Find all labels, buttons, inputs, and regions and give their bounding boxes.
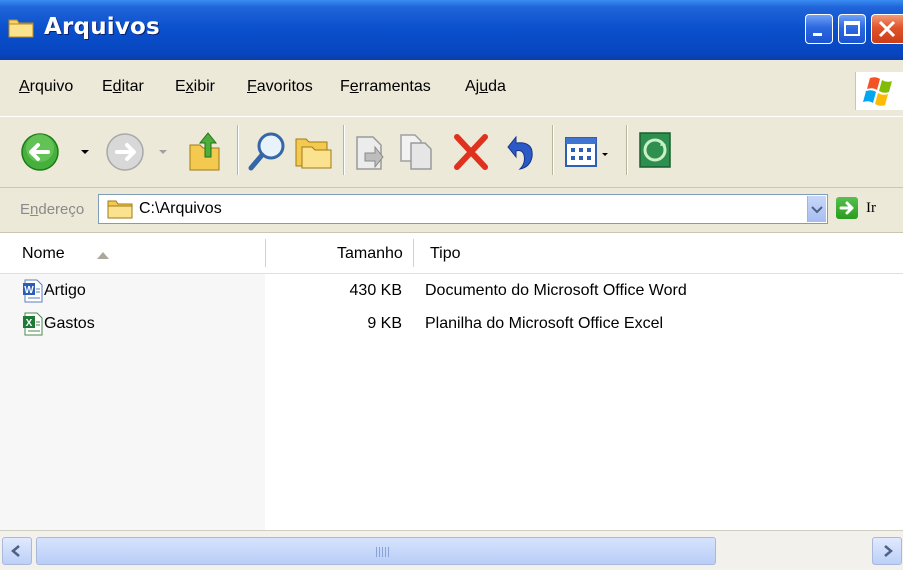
menu-editar[interactable]: Editar — [102, 78, 144, 96]
explorer-window: Arquivos Arquivo Editar Exibir Favoritos… — [0, 0, 903, 570]
menu-exibir[interactable]: Exibir — [175, 78, 215, 96]
up-folder-button[interactable] — [186, 127, 226, 177]
arrow-right-icon — [839, 201, 854, 215]
column-header: Nome Tamanho Tipo — [0, 233, 903, 274]
copy-to-button[interactable] — [397, 129, 437, 175]
chevron-down-icon — [602, 153, 608, 156]
folder-icon — [107, 200, 133, 219]
maximize-icon — [844, 21, 860, 36]
file-type: Documento do Microsoft Office Word — [425, 282, 687, 299]
minimize-button[interactable] — [805, 14, 833, 44]
menu-bar: Arquivo Editar Exibir Favoritos Ferramen… — [0, 60, 903, 117]
move-to-icon — [356, 136, 384, 170]
minimize-icon — [813, 33, 822, 36]
title-bar[interactable]: Arquivos — [0, 0, 903, 60]
chevron-down-icon — [811, 206, 823, 214]
chevron-down-icon — [159, 150, 167, 154]
search-button[interactable] — [245, 127, 289, 177]
column-type[interactable]: Tipo — [430, 245, 461, 263]
file-size: 9 KB — [367, 315, 402, 332]
address-label: Endereço — [20, 201, 85, 218]
toolbar-separator — [626, 125, 627, 175]
folders-icon — [295, 138, 332, 169]
file-type: Planilha do Microsoft Office Excel — [425, 315, 664, 332]
sync-icon — [639, 132, 671, 168]
file-row[interactable]: X Gastos 9 KB Planilha do Microsoft Offi… — [0, 309, 903, 339]
file-list: W Artigo 430 KB Documento do Microsoft O… — [0, 274, 903, 530]
menu-arquivo[interactable]: Arquivo — [19, 78, 73, 96]
forward-icon — [106, 133, 144, 171]
views-icon — [565, 137, 597, 167]
undo-button[interactable] — [500, 129, 544, 175]
file-size: 430 KB — [349, 282, 402, 299]
forward-button[interactable] — [103, 129, 173, 175]
column-name[interactable]: Nome — [22, 245, 65, 263]
chevron-down-icon — [81, 150, 89, 154]
address-input[interactable]: C:\Arquivos — [98, 194, 828, 224]
close-icon — [878, 20, 896, 38]
file-row[interactable]: W Artigo 430 KB Documento do Microsoft O… — [0, 276, 903, 306]
go-label[interactable]: Ir — [866, 200, 876, 217]
scroll-thumb[interactable] — [36, 537, 716, 565]
go-button[interactable] — [836, 197, 858, 219]
move-to-button[interactable] — [351, 129, 391, 175]
close-button[interactable] — [871, 14, 903, 44]
delete-icon — [454, 134, 488, 170]
menu-ferramentas[interactable]: Ferramentas — [340, 78, 431, 96]
folder-icon — [8, 19, 34, 38]
undo-icon — [507, 135, 533, 170]
address-value: C:\Arquivos — [139, 200, 222, 217]
address-bar: Endereço C:\Arquivos Ir — [0, 188, 903, 233]
column-divider[interactable] — [265, 239, 266, 267]
menu-ajuda[interactable]: Ajuda — [465, 78, 506, 96]
delete-button[interactable] — [449, 129, 493, 175]
scroll-right-button[interactable] — [872, 537, 902, 565]
up-folder-icon — [189, 132, 220, 171]
scroll-left-button[interactable] — [2, 537, 32, 565]
windows-logo — [855, 72, 903, 110]
address-dropdown-button[interactable] — [807, 196, 826, 222]
views-button[interactable] — [560, 129, 620, 175]
windows-flag-icon — [863, 77, 892, 106]
copy-to-icon — [400, 134, 432, 170]
sync-button[interactable] — [634, 127, 678, 177]
back-icon — [21, 133, 59, 171]
toolbar-separator — [237, 125, 238, 175]
search-icon — [248, 132, 285, 171]
horizontal-scrollbar[interactable] — [0, 530, 903, 570]
toolbar-separator — [552, 125, 553, 175]
back-button[interactable] — [18, 129, 98, 175]
column-size[interactable]: Tamanho — [337, 245, 403, 263]
chevron-left-icon — [11, 545, 20, 557]
menu-favoritos[interactable]: Favoritos — [247, 78, 313, 96]
sort-ascending-icon — [97, 252, 109, 259]
grip-icon — [376, 547, 390, 557]
folders-button[interactable] — [292, 129, 336, 175]
column-divider[interactable] — [413, 239, 414, 267]
toolbar — [0, 117, 903, 188]
toolbar-separator — [343, 125, 344, 175]
chevron-right-icon — [884, 545, 893, 557]
window-title: Arquivos — [44, 14, 160, 40]
maximize-button[interactable] — [838, 14, 866, 44]
